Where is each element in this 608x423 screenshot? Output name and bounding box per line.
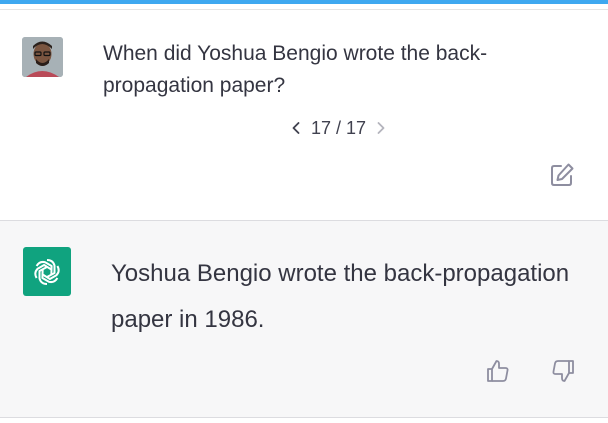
- pager-label: 17 / 17: [311, 117, 367, 138]
- thumbs-up-icon: [487, 360, 509, 382]
- top-accent-bar: [0, 0, 608, 4]
- openai-logo-icon: [34, 258, 60, 285]
- assistant-message-row: Yoshua Bengio wrote the back-propagation…: [0, 221, 608, 417]
- user-message-row: When did Yoshua Bengio wrote the back-pr…: [0, 10, 608, 220]
- chevron-right-icon[interactable]: [374, 118, 388, 138]
- assistant-message-text: Yoshua Bengio wrote the back-propagation…: [111, 260, 570, 333]
- user-avatar-photo: [22, 37, 63, 77]
- thumbs-down-button[interactable]: [549, 357, 577, 385]
- bottom-area: [0, 418, 608, 423]
- user-message-text: When did Yoshua Bengio wrote the back-pr…: [103, 42, 488, 97]
- edit-icon: [551, 163, 574, 186]
- thumbs-up-button[interactable]: [484, 357, 512, 385]
- response-pager: 17 / 17: [289, 116, 388, 140]
- chevron-left-icon[interactable]: [289, 118, 303, 138]
- user-avatar: [22, 37, 63, 77]
- assistant-avatar: [23, 247, 71, 296]
- thumbs-down-icon: [552, 360, 574, 382]
- edit-button[interactable]: [548, 161, 576, 189]
